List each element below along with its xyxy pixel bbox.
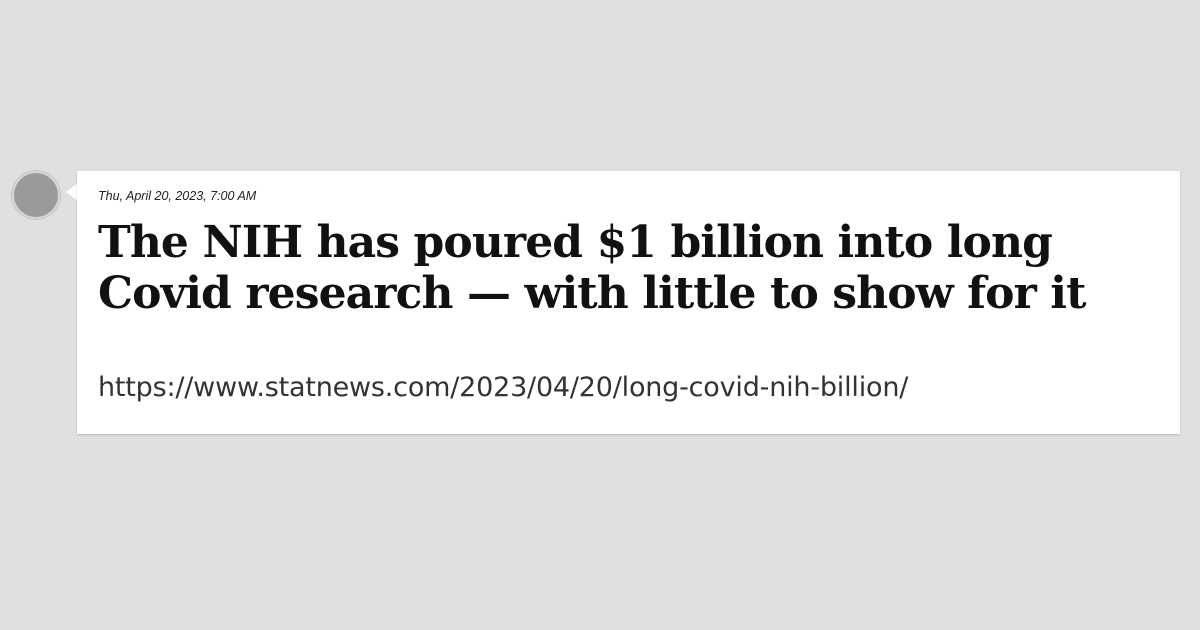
post-card: Thu, April 20, 2023, 7:00 AM The NIH has… — [77, 171, 1180, 434]
post-link[interactable]: https://www.statnews.com/2023/04/20/long… — [98, 371, 1160, 405]
post-timestamp: Thu, April 20, 2023, 7:00 AM — [98, 189, 257, 203]
post-headline: The NIH has poured $1 billion into long … — [98, 217, 1086, 319]
avatar — [12, 171, 60, 219]
page: { "post": { "timestamp": "Thu, April 20,… — [0, 0, 1200, 630]
